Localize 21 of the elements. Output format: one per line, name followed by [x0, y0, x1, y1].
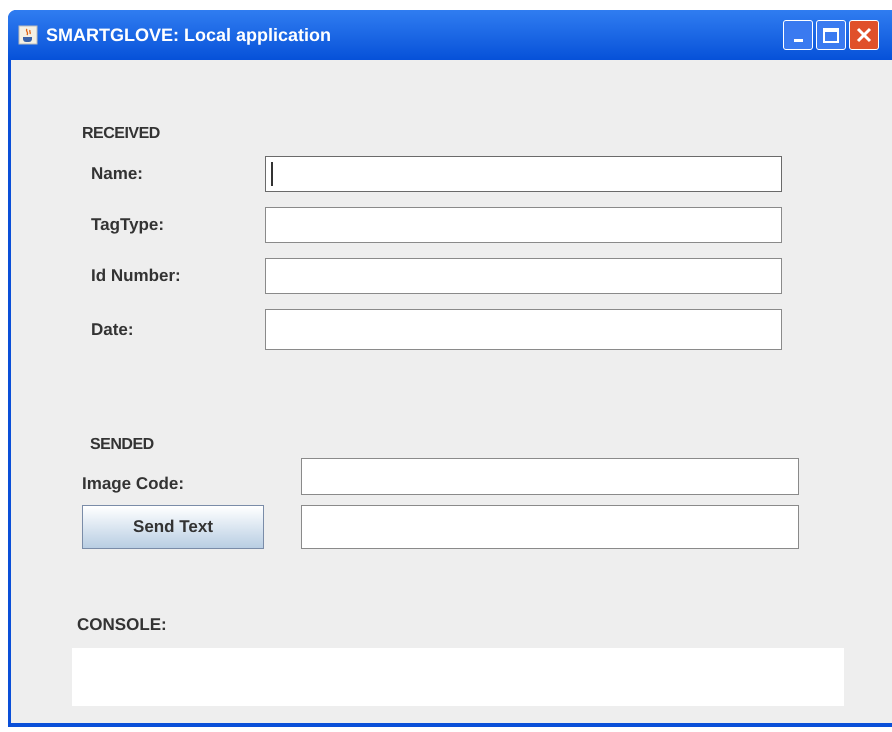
section-heading: SENDED [90, 435, 154, 455]
close-button[interactable] [849, 20, 879, 50]
window-title: SMARTGLOVE: Local application [46, 24, 332, 47]
input-field[interactable] [301, 505, 799, 549]
section-heading: CONSOLE: [77, 614, 167, 636]
maximize-button[interactable] [816, 20, 846, 50]
minimize-button[interactable] [783, 20, 813, 50]
input-field[interactable] [301, 458, 799, 495]
field-label: TagType: [91, 214, 166, 236]
field-label: Date: [91, 318, 135, 341]
input-field[interactable] [265, 156, 782, 192]
field-label: Id Number: [91, 265, 182, 288]
input-field[interactable] [265, 207, 782, 243]
section-heading: RECEIVED [82, 124, 160, 144]
field-label: Name: [91, 163, 144, 186]
close-icon [855, 26, 873, 44]
field-label: Image Code: [82, 473, 184, 495]
send-button[interactable]: Send Text [82, 505, 264, 549]
input-field[interactable] [265, 258, 782, 294]
java-cup-icon [18, 25, 38, 45]
input-field[interactable] [265, 309, 782, 350]
